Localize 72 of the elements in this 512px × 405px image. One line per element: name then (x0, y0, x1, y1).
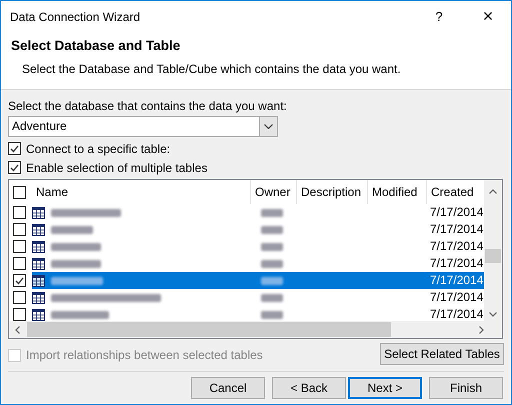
table-cell-text: 7/17/2014 (429, 306, 484, 322)
table-row[interactable]: 7/17/2014 (32, 272, 485, 289)
column-header[interactable]: Name (32, 180, 251, 204)
vertical-scrollbar[interactable] (484, 180, 502, 321)
close-button[interactable]: × (465, 6, 511, 27)
page-title: Select Database and Table (11, 37, 182, 53)
blurred-text (261, 276, 283, 284)
page-subtitle: Select the Database and Table/Cube which contains the data you want. (21, 61, 402, 76)
horizontal-scrollbar[interactable] (9, 321, 502, 338)
checkbox[interactable] (13, 274, 26, 287)
checkbox-label: Import relationships between selected tables (26, 348, 263, 362)
blurred-text (261, 208, 283, 216)
table-cell-text: 7/17/2014 (429, 204, 484, 221)
checkbox[interactable] (8, 161, 21, 174)
table-icon (32, 274, 45, 286)
checkbox[interactable] (13, 223, 26, 236)
dialog-button[interactable]: Next > (348, 377, 422, 399)
dialog-button[interactable]: Cancel (191, 377, 265, 399)
field-label: Select the database that contains the data you want: (8, 99, 288, 113)
scroll-up-icon[interactable] (489, 189, 497, 194)
dialog-button[interactable]: < Back (272, 377, 346, 399)
table-cell-text: 7/17/2014 (429, 289, 484, 306)
column-header[interactable]: Owner (251, 180, 297, 204)
table-icon (32, 224, 45, 236)
table-icon (32, 292, 45, 304)
blurred-text (51, 242, 101, 250)
table-cell-text: 7/17/2014 (429, 272, 484, 289)
table-row[interactable]: 7/17/2014 (32, 204, 485, 221)
table-cell-text: 7/17/2014 (429, 238, 484, 255)
table-row[interactable]: 7/17/2014 (32, 306, 485, 322)
table-cell-text: 7/17/2014 (429, 255, 484, 272)
blurred-text (261, 310, 283, 318)
scroll-left-icon[interactable] (15, 326, 20, 334)
scrollbar-thumb[interactable] (485, 249, 501, 263)
chevron-down-icon (264, 124, 273, 129)
blurred-text (51, 226, 93, 234)
window-title: Data Connection Wizard (10, 10, 142, 24)
scrollbar-thumb[interactable] (27, 322, 391, 337)
blurred-text (261, 294, 283, 302)
blurred-text (261, 260, 283, 268)
checkbox[interactable] (13, 308, 26, 321)
checkbox[interactable] (13, 291, 26, 304)
checkbox[interactable] (13, 240, 26, 253)
table-row[interactable]: 7/17/2014 (32, 238, 485, 255)
help-button[interactable]: ? (419, 9, 459, 24)
checkbox[interactable] (13, 257, 26, 270)
blurred-text (261, 226, 283, 234)
table-icon (32, 206, 45, 218)
table-row[interactable]: 7/17/2014 (32, 255, 485, 272)
table-icon (32, 258, 45, 270)
checkbox-label: Connect to a specific table: (26, 142, 170, 156)
column-header[interactable]: Modified (368, 180, 427, 204)
scroll-right-icon[interactable] (479, 326, 484, 334)
scroll-down-icon[interactable] (489, 312, 497, 317)
checkbox[interactable] (8, 142, 21, 155)
checkbox[interactable] (13, 206, 26, 219)
table-icon (32, 308, 45, 320)
blurred-text (51, 310, 109, 318)
database-dropdown[interactable]: Adventure (8, 116, 278, 137)
blurred-text (51, 260, 101, 268)
blurred-text (51, 208, 121, 216)
checkbox-label: Enable selection of multiple tables (26, 160, 208, 174)
table-cell-text: 7/17/2014 (429, 221, 484, 238)
table-row[interactable]: 7/17/2014 (32, 289, 485, 306)
table-row[interactable]: 7/17/2014 (32, 221, 485, 238)
dialog-button[interactable]: Finish (429, 377, 503, 399)
blurred-text (51, 276, 103, 284)
select-related-tables-button[interactable]: Select Related Tables (380, 343, 504, 365)
column-header[interactable]: Description (297, 180, 368, 204)
blurred-text (261, 242, 283, 250)
table-icon (32, 240, 45, 252)
checkbox[interactable] (13, 186, 26, 198)
